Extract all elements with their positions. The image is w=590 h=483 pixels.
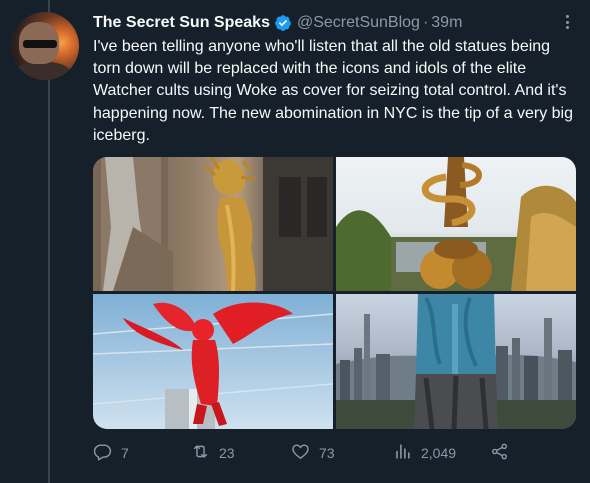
- tweet-actions: 7 23 73 2,049: [93, 441, 523, 465]
- author-name[interactable]: The Secret Sun Speaks: [93, 14, 270, 32]
- retweet-button[interactable]: 23: [191, 441, 235, 465]
- more-options-icon[interactable]: [560, 12, 574, 32]
- author-handle[interactable]: @SecretSunBlog: [297, 14, 420, 32]
- reply-button[interactable]: 7: [93, 441, 129, 465]
- share-button[interactable]: [490, 441, 509, 465]
- heart-icon: [291, 442, 310, 464]
- reply-icon: [93, 442, 112, 464]
- views-count: 2,049: [421, 445, 457, 461]
- separator-dot: ·: [422, 14, 429, 31]
- media-grid: [93, 157, 576, 429]
- verified-badge-icon: [274, 14, 292, 32]
- reply-count: 7: [121, 445, 129, 461]
- tweet-text: I've been telling anyone who'll listen t…: [93, 38, 573, 144]
- analytics-icon: [393, 442, 412, 464]
- share-icon: [490, 442, 509, 464]
- like-count: 73: [319, 445, 335, 461]
- media-image-3[interactable]: [93, 294, 333, 429]
- retweet-icon: [191, 442, 210, 464]
- avatar[interactable]: [11, 12, 79, 80]
- tweet-timestamp[interactable]: 39m: [431, 14, 462, 32]
- media-image-4[interactable]: [336, 294, 576, 429]
- media-image-1[interactable]: [93, 157, 333, 291]
- media-image-2[interactable]: [336, 157, 576, 291]
- tweet-header: The Secret Sun Speaks @SecretSunBlog · 3…: [93, 12, 462, 34]
- retweet-count: 23: [219, 445, 235, 461]
- views-button[interactable]: 2,049: [393, 441, 456, 465]
- like-button[interactable]: 73: [291, 441, 335, 465]
- tweet[interactable]: The Secret Sun Speaks @SecretSunBlog · 3…: [0, 0, 590, 483]
